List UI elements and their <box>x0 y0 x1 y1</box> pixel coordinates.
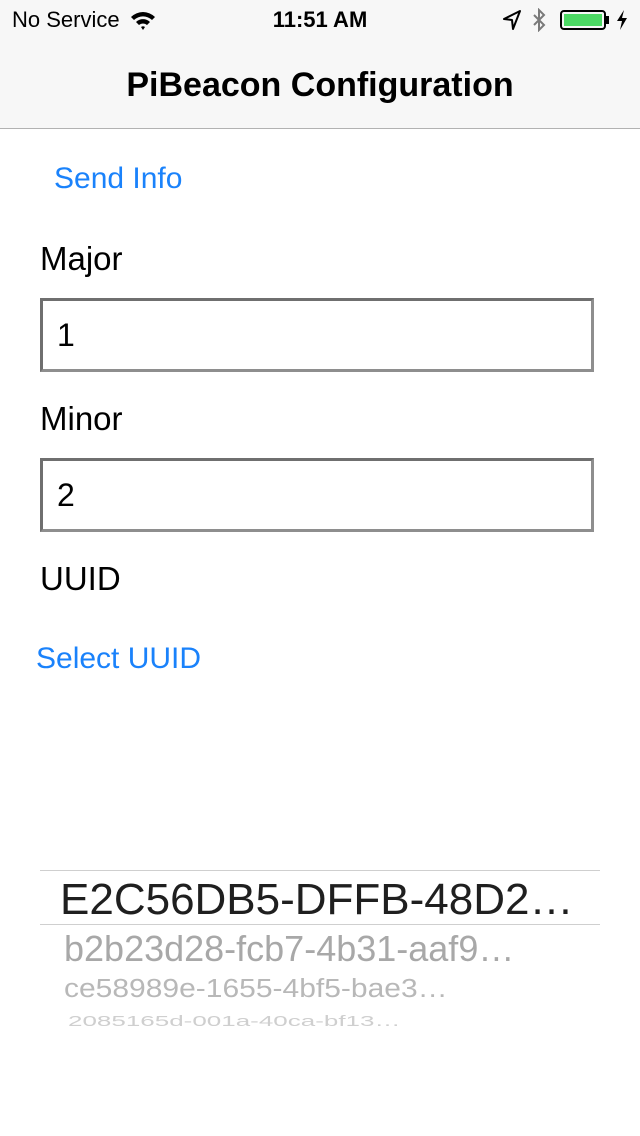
picker-option[interactable]: b2b23d28-fcb7-4b31-aaf9… <box>64 928 594 970</box>
status-right <box>502 8 628 32</box>
major-field[interactable] <box>40 298 594 372</box>
uuid-label: UUID <box>40 560 121 597</box>
picker-option[interactable]: 2085165d-001a-40ca-bf13… <box>68 1013 588 1030</box>
send-info-button[interactable]: Send Info <box>54 162 182 196</box>
battery-icon <box>560 10 609 30</box>
picker-selection-top-line <box>40 870 600 871</box>
location-arrow-icon <box>503 10 521 30</box>
status-bar: No Service 11:51 AM <box>0 0 640 40</box>
picker-option-selected[interactable]: E2C56DB5-DFFB-48D2… <box>60 875 600 925</box>
page-title: PiBeacon Configuration <box>126 66 514 104</box>
minor-field[interactable] <box>40 458 594 532</box>
select-uuid-button[interactable]: Select UUID <box>36 642 201 676</box>
minor-label: Minor <box>40 400 123 437</box>
major-label: Major <box>40 240 123 277</box>
uuid-picker[interactable]: E2C56DB5-DFFB-48D2… b2b23d28-fcb7-4b31-a… <box>40 855 600 1045</box>
charging-bolt-icon <box>617 10 627 30</box>
bluetooth-icon <box>533 8 546 32</box>
nav-bar: PiBeacon Configuration <box>0 40 640 129</box>
picker-option[interactable]: ce58989e-1655-4bf5-bae3… <box>64 975 594 1004</box>
